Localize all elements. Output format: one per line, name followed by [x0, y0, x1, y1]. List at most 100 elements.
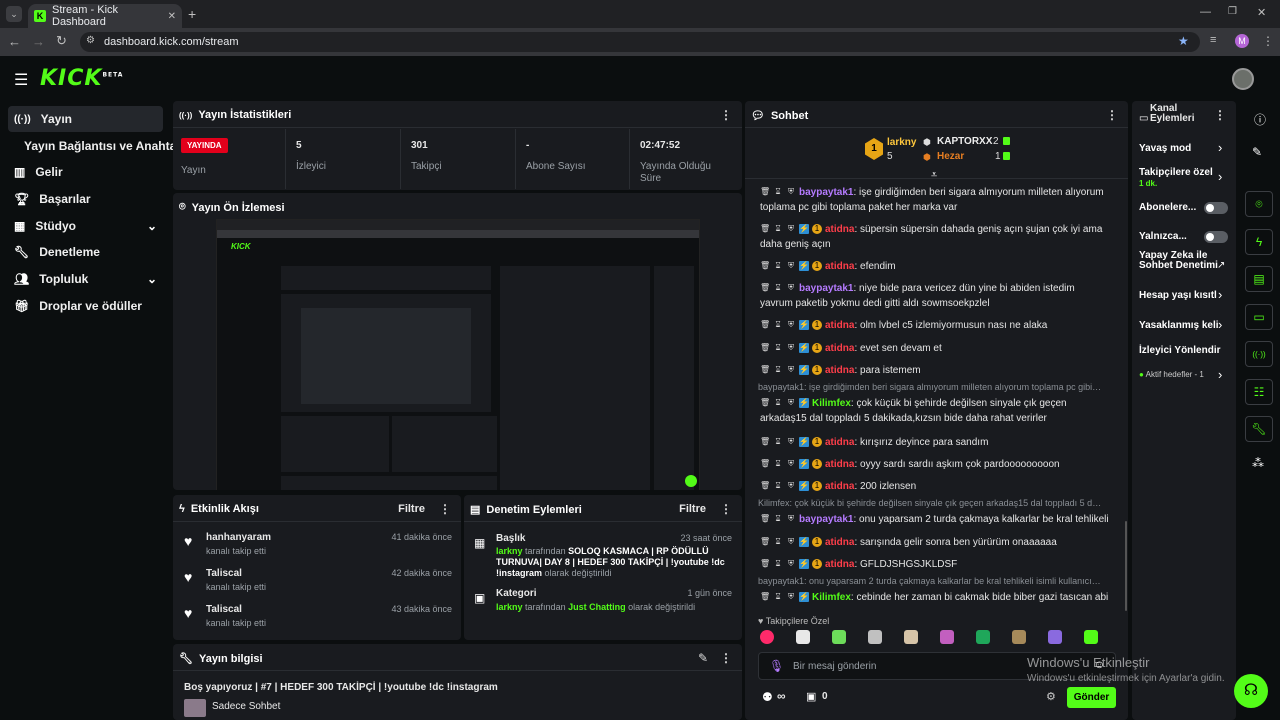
- emote[interactable]: [904, 630, 918, 644]
- forward-icon[interactable]: →: [32, 34, 45, 49]
- timeout-icon[interactable]: ⌛︎: [773, 320, 783, 330]
- activity-user[interactable]: Taliscal: [206, 568, 242, 579]
- gift-box-icon[interactable]: ▣: [806, 690, 816, 703]
- chat-username[interactable]: atidna: [825, 537, 854, 548]
- sidebar-item-revenue[interactable]: ▥ Gelir: [8, 159, 163, 185]
- delete-icon[interactable]: 🗑︎: [760, 261, 770, 271]
- reload-icon[interactable]: ↻: [56, 33, 67, 49]
- timeout-icon[interactable]: ⌛︎: [773, 261, 783, 271]
- chat-message[interactable]: 🗑︎ ⌛︎ ⛨ ⚡ 1 atidna: para istemem: [760, 363, 1110, 378]
- stream-preview-video[interactable]: KICK: [216, 219, 700, 490]
- sidebar-item-moderation[interactable]: 🔧︎ Denetleme: [8, 239, 163, 265]
- chevron-right-icon[interactable]: ›: [1218, 169, 1222, 184]
- delete-icon[interactable]: 🗑︎: [760, 459, 770, 469]
- chat-message[interactable]: 🗑︎ ⌛︎ ⛨ ⚡ 1 atidna: sarışında gelir sonra ben…: [760, 535, 1110, 550]
- ban-icon[interactable]: ⛨: [786, 398, 796, 408]
- chat-settings-gear-icon[interactable]: ⚙: [1046, 690, 1056, 703]
- more-options-icon[interactable]: ⋮: [1214, 108, 1226, 122]
- browser-tab[interactable]: K Stream - Kick Dashboard ✕: [28, 4, 182, 28]
- emote[interactable]: [1048, 630, 1062, 644]
- chat-message[interactable]: 🗑︎ ⌛︎ ⛨ baypaytak1: onu yaparsam 2 turda ça…: [760, 512, 1110, 527]
- chat-username[interactable]: atidna: [825, 437, 854, 448]
- chat-message[interactable]: 🗑︎ ⌛︎ ⛨ ⚡ Kilimfex: çok küçük bi şehirde değ…: [760, 396, 1110, 426]
- ban-icon[interactable]: ⛨: [786, 343, 796, 353]
- account-age-row[interactable]: Hesap yaşı kısıtl: [1139, 290, 1229, 301]
- emote[interactable]: [1084, 630, 1098, 644]
- ban-icon[interactable]: ⛨: [786, 459, 796, 469]
- timeout-icon[interactable]: ⌛︎: [773, 592, 783, 602]
- chat-username[interactable]: atidna: [825, 261, 854, 272]
- delete-icon[interactable]: 🗑︎: [760, 481, 770, 491]
- sidebar-item-stream-key[interactable]: Yayın Bağlantısı ve Anahtarı: [18, 133, 184, 159]
- ban-icon[interactable]: ⛨: [786, 261, 796, 271]
- delete-icon[interactable]: 🗑︎: [760, 365, 770, 375]
- chat-message[interactable]: 🗑︎ ⌛︎ ⛨ ⚡ 1 atidna: olm lvbel c5 izlemiyormus…: [760, 318, 1110, 333]
- only-toggle[interactable]: [1204, 231, 1228, 243]
- chat-message[interactable]: 🗑︎ ⌛︎ ⛨ ⚡ 1 atidna: efendim: [760, 259, 1110, 274]
- chat-message[interactable]: 🗑︎ ⌛︎ ⛨ ⚡ 1 atidna: süpersin süpersin dahada …: [760, 222, 1110, 252]
- minimize-icon[interactable]: —: [1200, 6, 1211, 18]
- ban-icon[interactable]: ⛨: [786, 224, 796, 234]
- stream-info-toggle-button[interactable]: 🔧︎: [1245, 416, 1273, 442]
- ban-icon[interactable]: ⛨: [786, 283, 796, 293]
- new-tab-icon[interactable]: +: [188, 6, 196, 22]
- chat-message[interactable]: 🗑︎ ⌛︎ ⛨ baypaytak1: niye bide para vericez …: [760, 281, 1110, 311]
- chat-message[interactable]: 🗑︎ ⌛︎ ⛨ ⚡ Kilimfex: cebinde her zaman bi cak…: [760, 590, 1110, 605]
- chat-message[interactable]: 🗑︎ ⌛︎ ⛨ ⚡ 1 atidna: 200 izlensen: [760, 479, 1110, 494]
- ban-icon[interactable]: ⛨: [786, 481, 796, 491]
- ban-icon[interactable]: ⛨: [786, 559, 796, 569]
- restore-icon[interactable]: ❐: [1228, 6, 1237, 17]
- activity-user[interactable]: hanhanyaram: [206, 532, 271, 543]
- browser-menu-icon[interactable]: ⋮: [1262, 34, 1274, 48]
- info-icon[interactable]: ⓘ: [1254, 111, 1266, 128]
- emote[interactable]: [796, 630, 810, 644]
- timeout-icon[interactable]: ⌛︎: [773, 537, 783, 547]
- banned-words-row[interactable]: Yasaklanmış keli: [1139, 320, 1229, 331]
- chat-username[interactable]: atidna: [825, 224, 854, 235]
- edit-icon[interactable]: ✎: [1252, 145, 1262, 159]
- emote[interactable]: [1012, 630, 1026, 644]
- ban-icon[interactable]: ⛨: [786, 365, 796, 375]
- mod-user[interactable]: larkny: [496, 546, 523, 556]
- ban-icon[interactable]: ⛨: [786, 537, 796, 547]
- leader-name[interactable]: KAPTORXX: [937, 136, 992, 147]
- timeout-icon[interactable]: ⌛︎: [773, 398, 783, 408]
- emote[interactable]: [760, 630, 774, 644]
- more-options-icon[interactable]: ⋮: [439, 502, 451, 516]
- points-icon[interactable]: ⚉: [762, 690, 773, 704]
- chevron-right-icon[interactable]: ›: [1218, 367, 1222, 382]
- delete-icon[interactable]: 🗑︎: [760, 592, 770, 602]
- extensions-icon[interactable]: ≡: [1210, 34, 1216, 46]
- emote[interactable]: [940, 630, 954, 644]
- chat-message[interactable]: 🗑︎ ⌛︎ ⛨ ⚡ 1 atidna: GFLDJSHGSJKLDSF: [760, 557, 1110, 572]
- more-options-icon[interactable]: ⋮: [720, 108, 732, 122]
- timeout-icon[interactable]: ⌛︎: [773, 187, 783, 197]
- sidebar-item-community[interactable]: 👥︎ Topluluk ⌄: [8, 266, 163, 292]
- window-close-icon[interactable]: ✕: [1257, 6, 1266, 19]
- followers-only-row[interactable]: Takipçilere özel 1 dk.: [1139, 167, 1229, 189]
- leader-name[interactable]: larkny: [887, 137, 916, 148]
- chat-message[interactable]: 🗑︎ ⌛︎ ⛨ ⚡ 1 atidna: oyyy sardı sardıı aşkım ç…: [760, 457, 1110, 472]
- emote[interactable]: [832, 630, 846, 644]
- chat-message[interactable]: 🗑︎ ⌛︎ ⛨ ⚡ 1 atidna: kırışırız deyince para sa…: [760, 435, 1110, 450]
- timeout-icon[interactable]: ⌛︎: [773, 437, 783, 447]
- chat-username[interactable]: atidna: [825, 459, 854, 470]
- emote[interactable]: [868, 630, 882, 644]
- chat-message[interactable]: 🗑︎ ⌛︎ ⛨ baypaytak1: işe girdiğimden beri si…: [760, 185, 1110, 215]
- timeout-icon[interactable]: ⌛︎: [773, 514, 783, 524]
- close-tab-icon[interactable]: ✕: [168, 11, 176, 22]
- bookmark-star-icon[interactable]: ★: [1178, 34, 1189, 48]
- ban-icon[interactable]: ⛨: [786, 320, 796, 330]
- activity-toggle-button[interactable]: ϟ: [1245, 229, 1273, 255]
- site-info-icon[interactable]: ⚙: [86, 35, 95, 46]
- reply-context[interactable]: baypaytak1: onu yaparsam 2 turda çakmaya…: [758, 576, 1103, 586]
- chat-username[interactable]: baypaytak1: [799, 514, 853, 525]
- sidebar-item-drops[interactable]: 🎁︎ Droplar ve ödüller: [8, 293, 163, 319]
- mod-user[interactable]: larkny: [496, 602, 523, 612]
- url-bar[interactable]: dashboard.kick.com/stream: [80, 32, 1200, 52]
- chat-username[interactable]: atidna: [825, 559, 854, 570]
- microphone-icon[interactable]: 🎙︎: [769, 659, 784, 673]
- delete-icon[interactable]: 🗑︎: [760, 559, 770, 569]
- chevron-right-icon[interactable]: ›: [1218, 287, 1222, 302]
- sidebar-item-studio[interactable]: ▦ Stüdyo ⌄: [8, 213, 163, 239]
